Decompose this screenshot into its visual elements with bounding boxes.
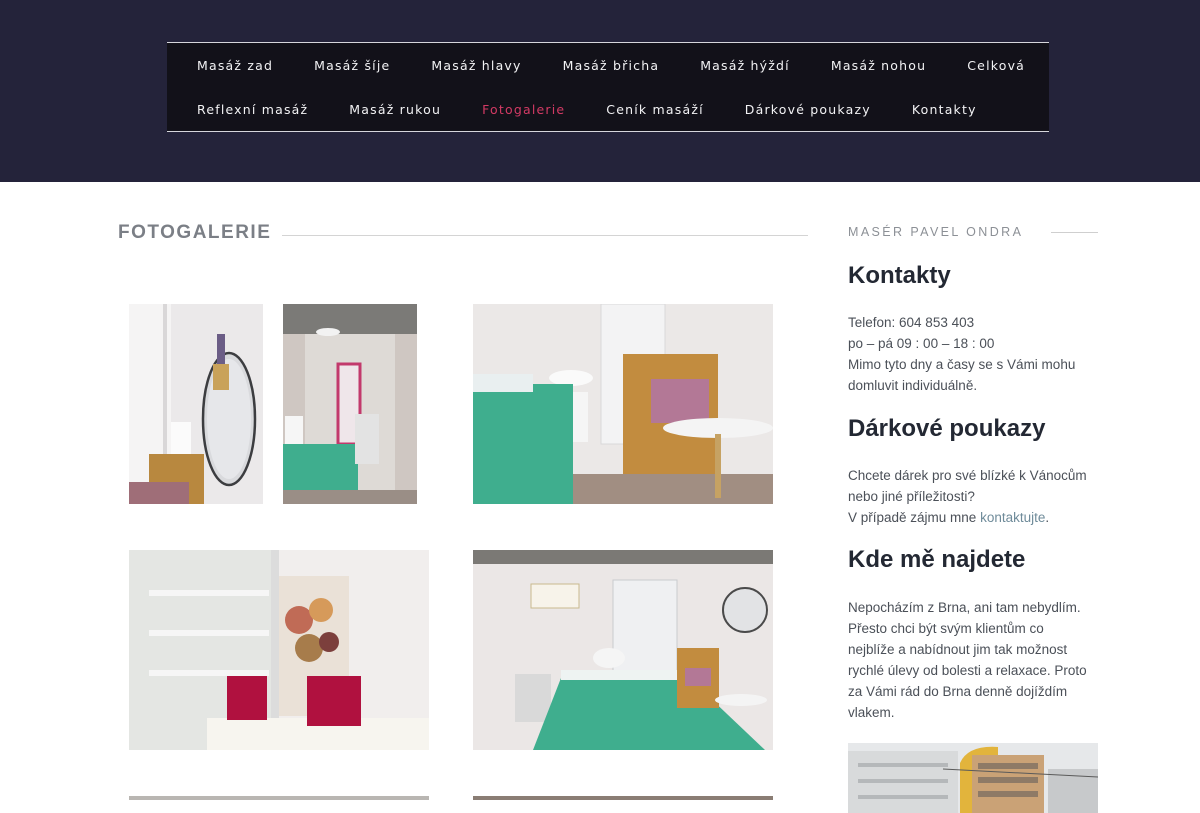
nav-item-masaz-sije[interactable]: Masáž šíje bbox=[314, 58, 390, 73]
nav-item-masaz-hyzdi[interactable]: Masáž hýždí bbox=[700, 58, 790, 73]
sidebar-divider bbox=[1051, 232, 1098, 233]
location-line: za Vámi rád do Brna denně dojíždím bbox=[848, 684, 1068, 699]
nav-item-fotogalerie[interactable]: Fotogalerie bbox=[482, 102, 565, 117]
nav-item-celkova[interactable]: Celková bbox=[967, 58, 1025, 73]
location-line: Přesto chci být svým klientům co bbox=[848, 621, 1044, 636]
nav-item-darkove-poukazy[interactable]: Dárkové poukazy bbox=[745, 102, 871, 117]
gallery-photo-mirror[interactable] bbox=[129, 304, 263, 504]
nav-item-masaz-hlavy[interactable]: Masáž hlavy bbox=[431, 58, 521, 73]
vouchers-line-2: nebo jiné příležitosti? bbox=[848, 489, 975, 504]
contacts-text: Telefon: 604 853 403 po – pá 09 : 00 – 1… bbox=[848, 312, 1103, 396]
vouchers-line-1: Chcete dárek pro své blízké k Vánocům bbox=[848, 468, 1087, 483]
nav-item-masaz-zad[interactable]: Masáž zad bbox=[197, 58, 273, 73]
main-navigation: Masáž zad Masáž šíje Masáž hlavy Masáž b… bbox=[167, 42, 1049, 132]
site-header: Masáž zad Masáž šíje Masáž hlavy Masáž b… bbox=[0, 0, 1200, 182]
gallery-photo-room-corridor[interactable] bbox=[283, 304, 417, 504]
nav-row-1: Masáž zad Masáž šíje Masáž hlavy Masáž b… bbox=[197, 43, 1066, 87]
page-title-bar: FOTOGALERIE bbox=[118, 222, 808, 250]
nav-item-reflexni-masaz[interactable]: Reflexní masáž bbox=[197, 102, 308, 117]
nav-item-masaz-nohou[interactable]: Masáž nohou bbox=[831, 58, 926, 73]
sidebar-label: MASÉR PAVEL ONDRA bbox=[848, 225, 1024, 239]
contact-link[interactable]: kontaktujte bbox=[980, 510, 1045, 525]
nav-item-masaz-bricha[interactable]: Masáž břicha bbox=[563, 58, 660, 73]
contact-hours: po – pá 09 : 00 – 18 : 00 bbox=[848, 336, 995, 351]
vouchers-line-3-suffix: . bbox=[1045, 510, 1050, 525]
sidebar-building-photo bbox=[848, 743, 1098, 813]
vouchers-text: Chcete dárek pro své blízké k Vánocům ne… bbox=[848, 465, 1103, 528]
vouchers-line-3: V případě zájmu mne kontaktujte. bbox=[848, 507, 1103, 528]
vouchers-heading: Dárkové poukazy bbox=[848, 415, 1046, 442]
contact-phone: Telefon: 604 853 403 bbox=[848, 315, 975, 330]
contact-note-1: Mimo tyto dny a časy se s Vámi mohu bbox=[848, 357, 1076, 372]
gallery-photo-row3-right[interactable] bbox=[473, 796, 773, 800]
location-line: nejblíže a nabídnout jim tak možnost bbox=[848, 642, 1068, 657]
title-divider bbox=[282, 235, 808, 236]
contact-note-2: domluvit individuálně. bbox=[848, 378, 978, 393]
page-title: FOTOGALERIE bbox=[118, 222, 272, 243]
gallery-photo-massage-room-chair[interactable] bbox=[473, 304, 773, 504]
nav-item-kontakty[interactable]: Kontakty bbox=[912, 102, 977, 117]
location-line: vlakem. bbox=[848, 705, 895, 720]
location-line: rychlé úlevy od bolesti a relaxace. Prot… bbox=[848, 663, 1087, 678]
gallery-photo-massage-table[interactable] bbox=[473, 550, 773, 750]
location-heading: Kde mě najdete bbox=[848, 546, 1026, 573]
nav-item-cenik-masazi[interactable]: Ceník masáží bbox=[606, 102, 703, 117]
location-text: Nepocházím z Brna, ani tam nebydlím. Pře… bbox=[848, 597, 1103, 723]
location-line: Nepocházím z Brna, ani tam nebydlím. bbox=[848, 600, 1081, 615]
nav-row-2: Reflexní masáž Masáž rukou Fotogalerie C… bbox=[197, 87, 1018, 131]
gallery-photo-row3-left[interactable] bbox=[129, 796, 429, 800]
nav-item-masaz-rukou[interactable]: Masáž rukou bbox=[349, 102, 441, 117]
gallery-photo-candles[interactable] bbox=[129, 550, 429, 750]
contacts-heading: Kontakty bbox=[848, 262, 951, 289]
vouchers-line-3-prefix: V případě zájmu mne bbox=[848, 510, 981, 525]
